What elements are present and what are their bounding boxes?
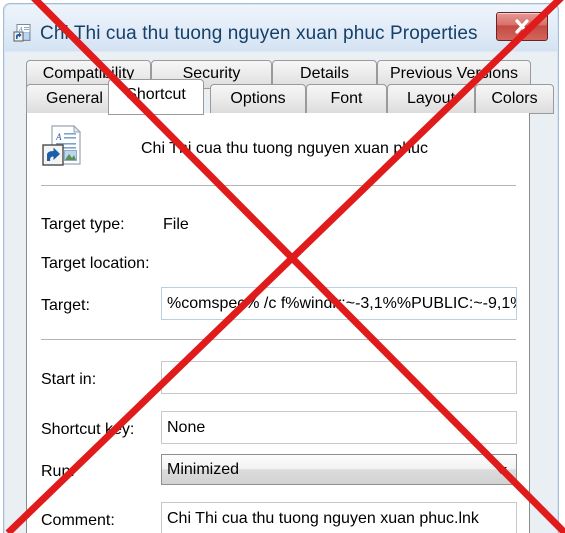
start-in-label: Start in: bbox=[41, 371, 97, 388]
target-location-label: Target location: bbox=[41, 255, 150, 272]
tab-label: Colors bbox=[491, 90, 538, 107]
run-dropdown[interactable]: Minimized bbox=[161, 454, 517, 485]
tab-label: Layout bbox=[406, 90, 456, 107]
wordpad-shortcut-icon: A bbox=[41, 124, 85, 168]
tab-options[interactable]: Options bbox=[210, 84, 306, 114]
tab-strip: Compatibility Security Details Previous … bbox=[4, 51, 558, 115]
comment-label: Comment: bbox=[41, 512, 115, 529]
comment-input[interactable]: Chi Thi cua thu tuong nguyen xuan phuc.l… bbox=[161, 502, 517, 533]
target-type-label: Target type: bbox=[41, 216, 125, 233]
separator-top bbox=[41, 185, 516, 186]
shortcut-name-label: Chi Thi cua thu tuong nguyen xuan phuc bbox=[141, 140, 429, 157]
screenshot-root: A Chi Thi cua thu tuong nguyen xuan phuc… bbox=[0, 0, 565, 533]
shortcut-document-icon: A bbox=[13, 24, 35, 44]
title-bar[interactable]: A Chi Thi cua thu tuong nguyen xuan phuc… bbox=[4, 4, 558, 51]
shortcut-tab-panel: A Chi Thi cua thu tuong nguyen xuan phuc bbox=[26, 113, 530, 533]
properties-window: A Chi Thi cua thu tuong nguyen xuan phuc… bbox=[3, 3, 559, 533]
tab-label: General bbox=[46, 90, 103, 107]
target-label: Target: bbox=[41, 297, 90, 314]
run-label: Run: bbox=[41, 463, 75, 480]
window-title: Chi Thi cua thu tuong nguyen xuan phuc P… bbox=[40, 23, 478, 44]
shortcut-key-input[interactable]: None bbox=[161, 411, 517, 444]
separator-middle bbox=[41, 339, 516, 340]
tab-shortcut[interactable]: Shortcut bbox=[108, 79, 204, 115]
tab-label: Details bbox=[300, 65, 349, 82]
svg-text:A: A bbox=[55, 132, 62, 142]
chevron-down-icon bbox=[495, 467, 507, 474]
start-in-input[interactable] bbox=[161, 361, 517, 394]
close-icon bbox=[515, 19, 529, 34]
tab-label: Font bbox=[330, 90, 363, 107]
tab-layout[interactable]: Layout bbox=[387, 84, 475, 114]
close-button[interactable] bbox=[496, 12, 548, 41]
run-dropdown-value: Minimized bbox=[167, 461, 240, 478]
tab-colors[interactable]: Colors bbox=[475, 84, 554, 114]
tab-font[interactable]: Font bbox=[306, 84, 387, 114]
tab-label: Previous Versions bbox=[389, 65, 519, 82]
target-type-value: File bbox=[163, 216, 189, 233]
tab-label: Options bbox=[230, 90, 286, 107]
tab-label: Shortcut bbox=[126, 86, 186, 103]
shortcut-header: A Chi Thi cua thu tuong nguyen xuan phuc bbox=[27, 113, 529, 181]
target-input[interactable]: %comspec% /c f%windir:~-3,1%%PUBLIC:~-9,… bbox=[161, 287, 517, 320]
shortcut-key-label: Shortcut key: bbox=[41, 421, 135, 438]
